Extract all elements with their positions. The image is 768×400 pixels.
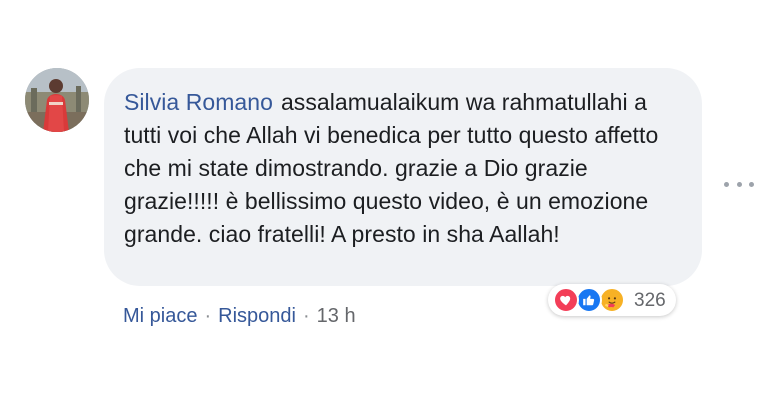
comment-author[interactable]: Silvia Romano [124, 89, 273, 115]
more-options-button[interactable] [724, 178, 754, 190]
reply-button[interactable]: Rispondi [218, 304, 296, 328]
reaction-count: 326 [634, 289, 666, 311]
comment-actions: Mi piace · Rispondi · 13 h [123, 304, 356, 328]
more-dot-icon [749, 181, 754, 187]
avatar[interactable] [25, 68, 89, 132]
like-icon [576, 287, 602, 313]
comment-content: Silvia Romano assalamualaikum wa rahmatul… [124, 86, 680, 251]
comment-bubble: Silvia Romano assalamualaikum wa rahmatul… [104, 68, 702, 286]
action-separator: · [302, 305, 310, 327]
action-separator: · [204, 305, 212, 327]
more-dot-icon [724, 181, 729, 187]
love-icon [553, 287, 579, 313]
like-button[interactable]: Mi piace [123, 304, 197, 328]
comment-timestamp[interactable]: 13 h [317, 304, 356, 328]
more-dot-icon [736, 181, 742, 187]
care-icon [599, 287, 625, 313]
reaction-summary[interactable]: 326 [548, 284, 676, 316]
